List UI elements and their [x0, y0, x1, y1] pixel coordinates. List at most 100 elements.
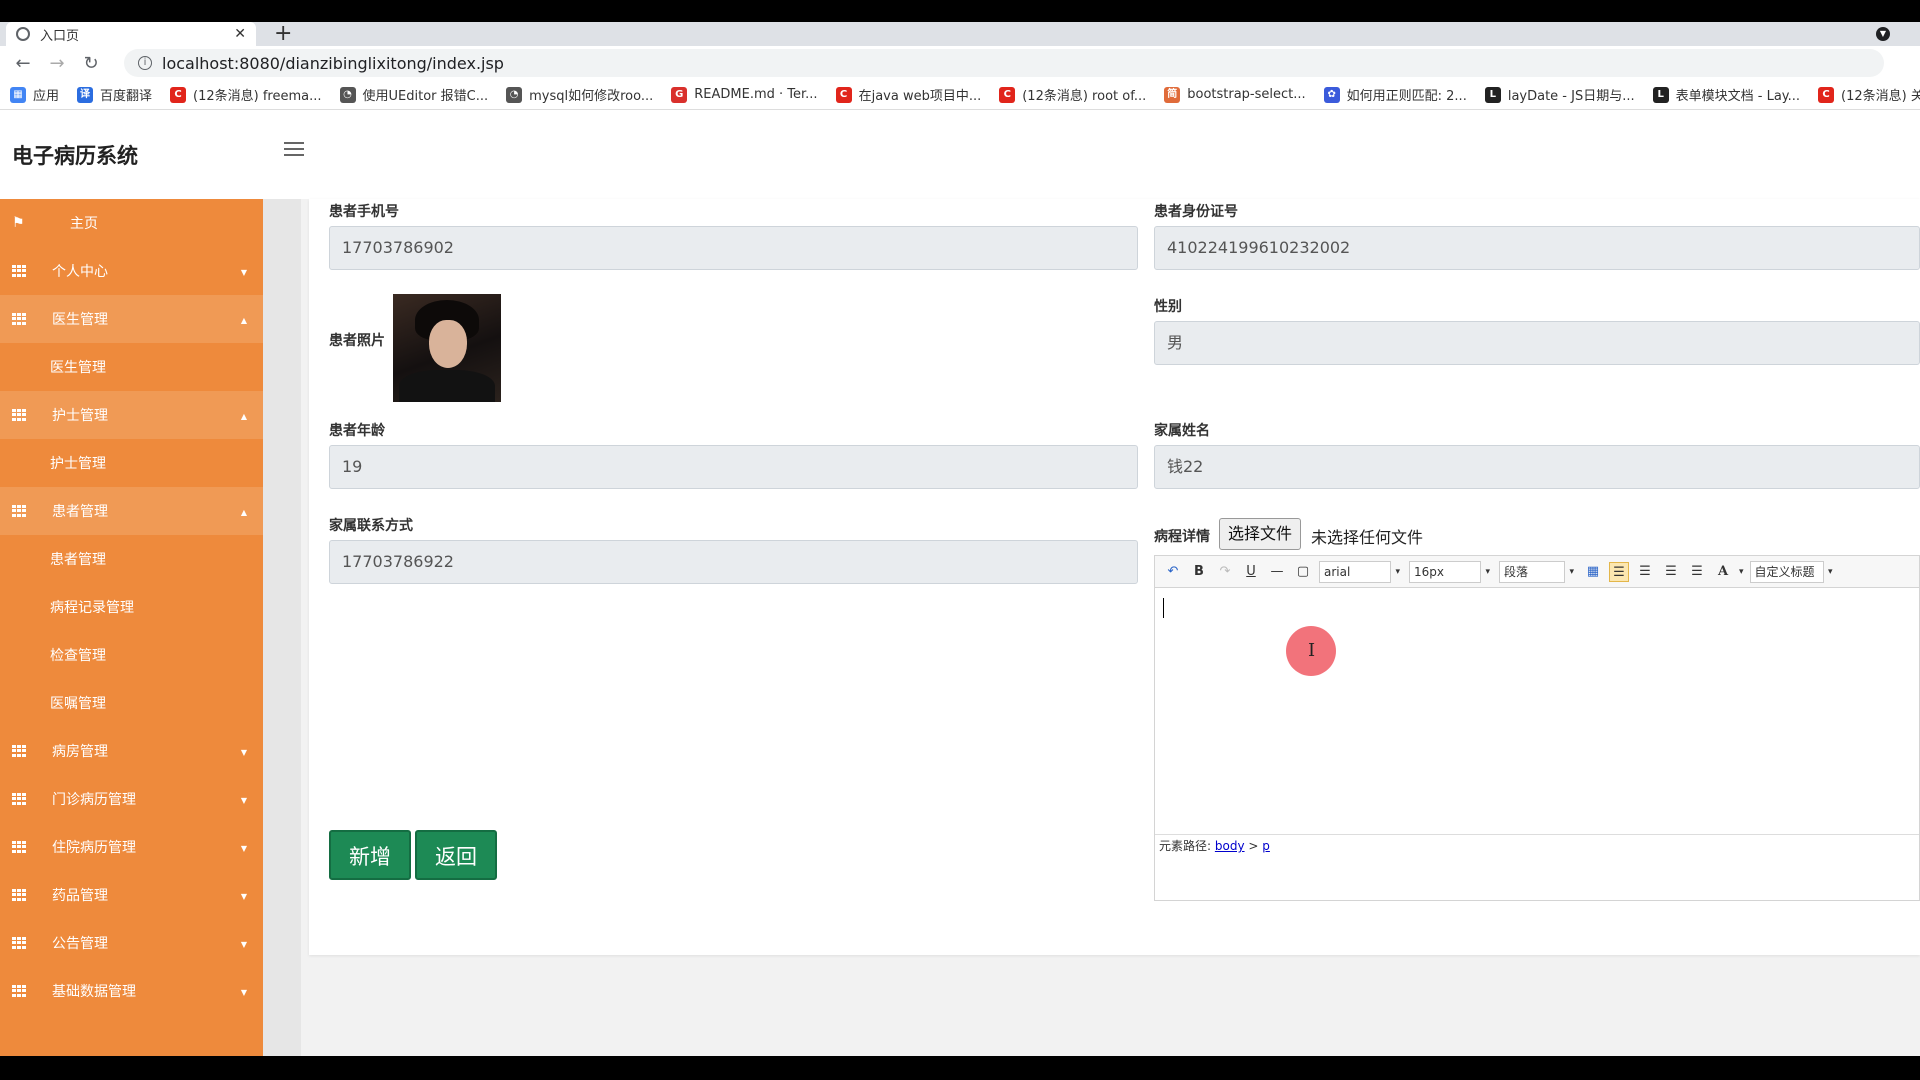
sidebar-item[interactable]: 病房管理 ▼ — [0, 727, 263, 775]
sidebar-subitem[interactable]: 患者管理 — [0, 535, 263, 583]
new-tab-button[interactable]: + — [274, 22, 292, 46]
horizontal-rule-icon[interactable]: — — [1267, 562, 1287, 582]
sidebar-item[interactable]: 医生管理 ▲ — [0, 295, 263, 343]
table-icon[interactable]: ▦ — [1583, 562, 1603, 582]
align-justify-icon[interactable]: ☰ — [1687, 562, 1707, 582]
bookmark-favicon-icon: ▦ — [10, 86, 26, 103]
close-icon[interactable]: ✕ — [234, 26, 246, 42]
align-left-icon[interactable]: ☰ — [1609, 561, 1629, 582]
chevron-down-icon: ▼ — [240, 796, 247, 805]
underline-icon[interactable]: U — [1241, 562, 1261, 582]
path-p-link[interactable]: p — [1262, 839, 1270, 853]
sidebar-item-home[interactable]: ⚑ 主页 — [0, 199, 263, 247]
sidebar-item-label: 患者管理 — [52, 504, 108, 520]
reload-icon[interactable]: ↻ — [78, 53, 104, 74]
address-bar[interactable]: i localhost:8080/dianzibinglixitong/inde… — [124, 49, 1884, 77]
bookmark-label: bootstrap-select... — [1187, 87, 1306, 102]
grid-icon — [12, 265, 26, 277]
path-separator: > — [1248, 839, 1259, 853]
font-color-icon[interactable]: A — [1713, 562, 1733, 582]
bookmark-item[interactable]: C (12条消息) root of... — [999, 85, 1146, 104]
add-button[interactable]: 新增 — [329, 830, 411, 880]
gender-field[interactable]: 男 — [1154, 321, 1920, 365]
menu-toggle-icon[interactable] — [284, 142, 304, 158]
bookmark-item[interactable]: L 表单模块文档 - Lay... — [1652, 85, 1800, 104]
browser-toolbar: ← → ↻ i localhost:8080/dianzibinglixiton… — [0, 46, 1920, 80]
patient-photo — [393, 294, 501, 402]
sidebar-item[interactable]: 药品管理 ▼ — [0, 871, 263, 919]
chevron-down-icon: ▼ — [240, 892, 247, 901]
sidebar-item[interactable]: 护士管理 ▲ — [0, 391, 263, 439]
bookmark-favicon-icon: C — [170, 86, 187, 103]
bookmark-item[interactable]: LlayDate - JS日期与... — [1484, 85, 1635, 104]
phone-label: 患者手机号 — [329, 204, 399, 220]
sidebar-item[interactable]: 门诊病历管理 ▼ — [0, 775, 263, 823]
bookmark-item[interactable]: ✿ 如何用正则匹配: 2... — [1323, 85, 1467, 104]
browser-window: 入口页 ✕ + ▼ ← → ↻ i localhost:8080/dianzib… — [0, 22, 1920, 1056]
font-size-select[interactable]: 16px — [1409, 560, 1490, 583]
back-button[interactable]: 返回 — [415, 830, 497, 880]
bookmark-label: 如何用正则匹配: 2... — [1346, 89, 1467, 104]
grid-icon — [12, 985, 26, 997]
info-icon[interactable]: i — [138, 56, 152, 70]
bookmark-item[interactable]: 简 bootstrap-select... — [1164, 86, 1306, 103]
tab-search-icon[interactable]: ▼ — [1876, 27, 1890, 41]
age-field[interactable]: 19 — [329, 445, 1138, 489]
custom-title-select[interactable]: 自定义标题 — [1749, 560, 1833, 583]
tab-title: 入口页 — [40, 28, 80, 44]
screen: 入口页 ✕ + ▼ ← → ↻ i localhost:8080/dianzib… — [0, 0, 1920, 1080]
sidebar-item[interactable]: 公告管理 ▼ — [0, 919, 263, 967]
mouse-cursor-highlight: I — [1286, 626, 1336, 676]
bookmark-label: (12条消息) freema... — [193, 89, 322, 104]
bookmark-item[interactable]: C (12条消息) freema... — [170, 85, 322, 104]
undo-icon[interactable]: ↶ — [1163, 562, 1183, 582]
bold-icon[interactable]: B — [1189, 562, 1209, 582]
app-header: 电子病历系统 — [0, 110, 1920, 199]
bookmark-item[interactable]: ◔ 使用UEditor 报错C... — [339, 85, 488, 104]
choose-file-button[interactable]: 选择文件 — [1219, 518, 1302, 550]
bookmarks-bar: ▦ 应用 译百度翻译 C (12条消息) freema... ◔ 使用UEditor 报错C… — [0, 80, 1920, 110]
bookmark-label: 应用 — [33, 89, 60, 104]
sidebar-item[interactable]: 住院病历管理 ▼ — [0, 823, 263, 871]
bookmark-favicon-icon: 译 — [77, 86, 94, 103]
sidebar-item-label: 主页 — [70, 216, 98, 232]
sidebar-subitem[interactable]: 护士管理 — [0, 439, 263, 487]
idcard-field[interactable]: 410224199610232002 — [1154, 226, 1920, 270]
paste-plain-icon[interactable]: ▢ — [1293, 562, 1313, 582]
back-arrow-icon[interactable]: ← — [10, 53, 36, 74]
bookmark-item[interactable]: G README.md · Ter... — [671, 86, 818, 103]
sidebar-subitem[interactable]: 病程记录管理 — [0, 583, 263, 631]
sidebar-subitem[interactable]: 医生管理 — [0, 343, 263, 391]
brand-title: 电子病历系统 — [12, 144, 138, 168]
bookmark-item[interactable]: 译百度翻译 — [77, 85, 152, 104]
forward-arrow-icon[interactable]: → — [44, 53, 70, 74]
sidebar-item-label: 医生管理 — [52, 312, 108, 328]
bookmark-favicon-icon: ✿ — [1323, 86, 1340, 103]
editor-body[interactable] — [1155, 588, 1919, 834]
sidebar-subitem[interactable]: 检查管理 — [0, 631, 263, 679]
align-center-icon[interactable]: ☰ — [1661, 562, 1681, 582]
chevron-down-icon: ▼ — [240, 940, 247, 949]
bookmark-favicon-icon: ◔ — [339, 86, 356, 103]
path-body-link[interactable]: body — [1215, 839, 1245, 853]
browser-tab[interactable]: 入口页 ✕ — [6, 22, 256, 46]
grid-icon — [12, 937, 26, 949]
sidebar-item-label: 门诊病历管理 — [52, 792, 136, 808]
phone-field[interactable]: 17703786902 — [329, 226, 1138, 270]
bookmark-item[interactable]: C 在java web项目中... — [835, 85, 981, 104]
sidebar-item[interactable]: 基础数据管理 ▼ — [0, 967, 263, 1015]
sidebar-item-label: 药品管理 — [52, 888, 108, 904]
family-contact-field[interactable]: 17703786922 — [329, 540, 1138, 584]
bookmark-item[interactable]: ▦ 应用 — [10, 85, 59, 104]
redo-icon[interactable]: ↷ — [1215, 562, 1235, 582]
bookmark-item[interactable]: C (12条消息) 关于l — [1818, 85, 1920, 104]
bookmark-item[interactable]: ◔ mysql如何修改roo... — [506, 85, 653, 104]
paragraph-select[interactable]: 段落 — [1499, 560, 1574, 583]
font-family-select[interactable]: arial — [1319, 560, 1400, 583]
sidebar-item[interactable]: 患者管理 ▲ — [0, 487, 263, 535]
bookmark-label: (12条消息) 关于l — [1841, 89, 1920, 104]
family-name-field[interactable]: 钱22 — [1154, 445, 1920, 489]
sidebar-subitem[interactable]: 医嘱管理 — [0, 679, 263, 727]
align-right-icon[interactable]: ☰ — [1635, 562, 1655, 582]
sidebar-item[interactable]: 个人中心 ▼ — [0, 247, 263, 295]
